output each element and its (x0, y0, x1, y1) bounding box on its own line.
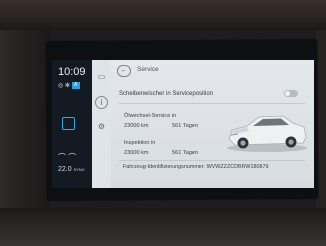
inspection-days: 561 Tagen (172, 150, 199, 156)
vin-label: Fahrzeug-Identifizierungsnummer: WVWZZZC… (123, 164, 269, 170)
car-icon[interactable]: ▭ (95, 70, 108, 83)
temperature-value: 22.0 (58, 166, 72, 173)
seat-heat-left-icon[interactable]: ⌒ (58, 153, 66, 162)
photo-bezel-bottom (0, 208, 326, 246)
status-column: 10:09 ◎ ✻ A ⌒ ⌒ 22.0 SYNC (52, 60, 92, 188)
status-indicator: A (71, 82, 80, 89)
photo-bezel-top (0, 0, 326, 30)
settings-car-icon[interactable]: ⚙ (95, 120, 108, 133)
rear-rim (288, 139, 294, 145)
oil-service-title: Ölwechsel-Service in (124, 113, 177, 119)
divider (119, 160, 305, 161)
oil-service-values: 23000 km 561 Tagen (124, 123, 198, 129)
icon-rail: ▭ i ⚙ (92, 60, 112, 188)
sync-label: SYNC (73, 167, 85, 172)
service-panel: ← Service Scheibenwischer in Serviceposi… (111, 60, 314, 188)
seat-heat-icons[interactable]: ⌒ ⌒ (58, 152, 76, 163)
status-icons: ◎ ✻ A (58, 82, 80, 89)
inspection-values: 23000 km 561 Tagen (124, 150, 198, 156)
front-rim (240, 140, 246, 146)
temperature[interactable]: 22.0 SYNC (58, 166, 85, 173)
wiper-service-label[interactable]: Scheibenwischer in Serviceposition (119, 91, 213, 97)
vehicle-image (227, 115, 307, 152)
oil-service-km: 23000 km (124, 123, 149, 129)
page-title: Service (137, 66, 159, 73)
seat-heat-right-icon[interactable]: ⌒ (68, 153, 76, 162)
oil-service-days: 561 Tagen (172, 123, 199, 129)
toggle-knob (285, 91, 290, 96)
photo-bezel-left (0, 30, 50, 208)
clock: 10:09 (58, 66, 86, 78)
connection-icon: ◎ (58, 83, 64, 90)
divider (119, 103, 305, 104)
inspection-title: Inspektion in (124, 140, 156, 146)
climate-icon: ✻ (64, 83, 70, 90)
home-square-button[interactable] (62, 117, 75, 130)
wiper-service-toggle[interactable] (284, 90, 298, 97)
info-icon[interactable]: i (95, 96, 108, 109)
inspection-km: 23000 km (124, 150, 149, 156)
back-arrow-icon[interactable]: ← (117, 65, 131, 77)
